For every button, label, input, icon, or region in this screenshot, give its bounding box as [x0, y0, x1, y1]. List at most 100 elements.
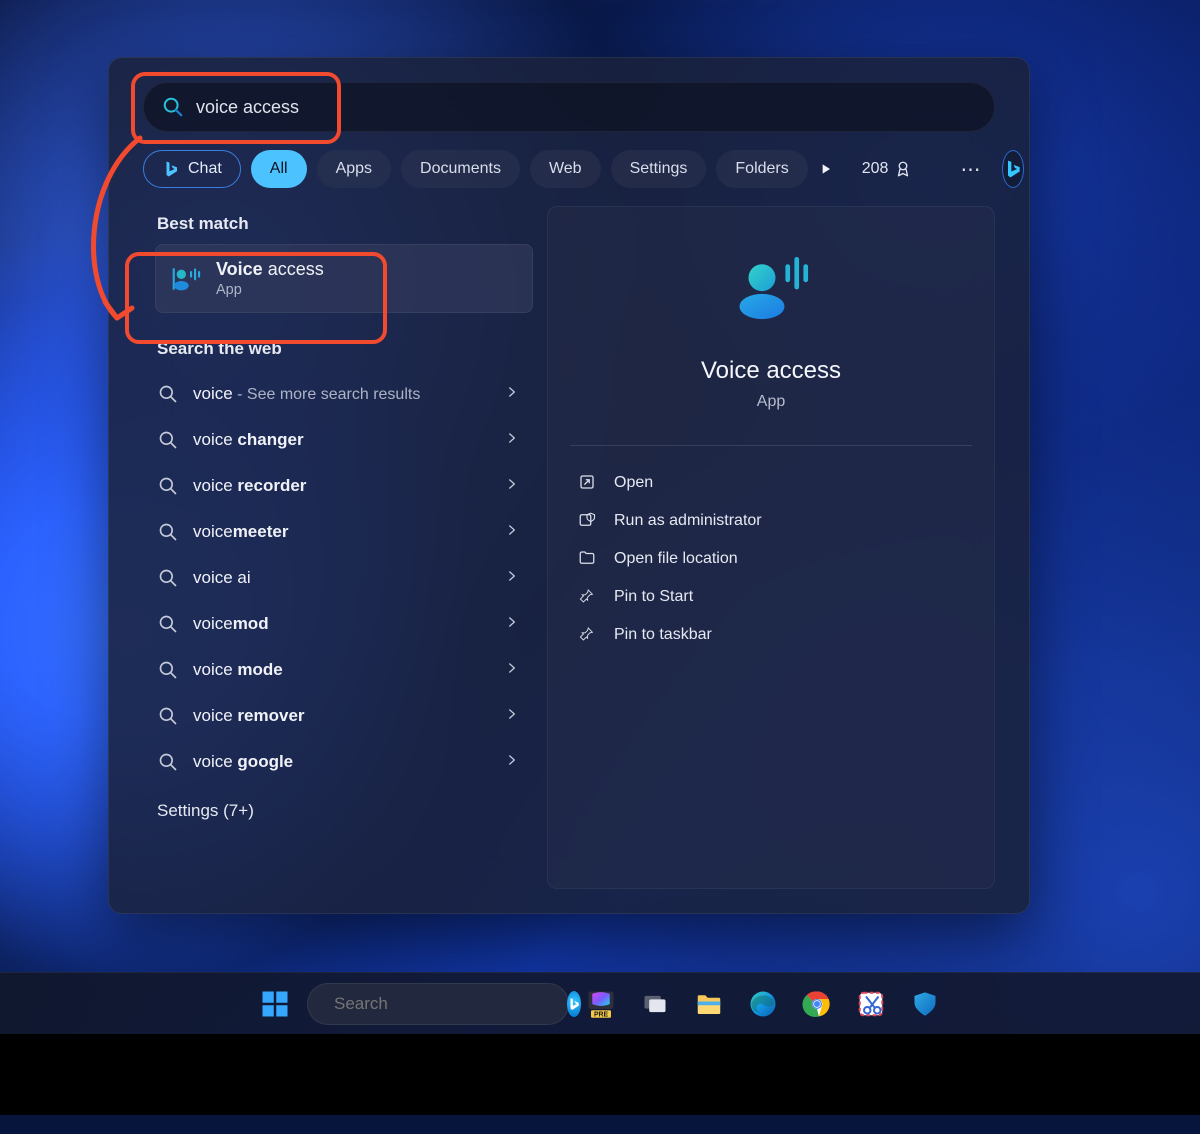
chip-label: All	[270, 160, 288, 178]
chevron-right-icon	[505, 707, 519, 725]
taskview-icon	[641, 990, 669, 1018]
chevron-right-icon	[505, 431, 519, 449]
open-icon	[578, 473, 598, 493]
chip-label: Apps	[336, 160, 372, 178]
chip-label: Documents	[420, 160, 501, 178]
windows-security-icon	[911, 990, 939, 1018]
action-label: Pin to taskbar	[614, 626, 712, 644]
chip-label: Web	[549, 160, 582, 178]
search-panel: Chat All Apps Documents Web Settings Fol…	[108, 57, 1030, 914]
web-result-item[interactable]: voice - See more search results	[143, 373, 533, 415]
action-label: Open	[614, 474, 653, 492]
taskbar-app-security[interactable]	[903, 982, 947, 1026]
filter-chip-settings[interactable]: Settings	[611, 150, 707, 188]
taskbar-app-chrome[interactable]	[795, 982, 839, 1026]
taskbar-app-explorer[interactable]	[687, 982, 731, 1026]
action-open-location[interactable]: Open file location	[570, 540, 972, 578]
start-button[interactable]	[253, 982, 297, 1026]
detail-title: Voice access	[701, 357, 841, 385]
web-result-item[interactable]: voice changer	[143, 419, 533, 461]
search-input[interactable]	[196, 97, 976, 118]
letterbox-bottom	[0, 1034, 1200, 1115]
web-result-label: voice - See more search results	[193, 384, 491, 404]
search-icon	[157, 659, 179, 681]
edge-icon	[748, 989, 778, 1019]
web-result-label: voice recorder	[193, 476, 491, 496]
rewards-points[interactable]: 208	[862, 160, 913, 178]
action-run-admin[interactable]: Run as administrator	[570, 502, 972, 540]
filter-row: Chat All Apps Documents Web Settings Fol…	[109, 132, 1029, 188]
web-result-item[interactable]: voicemeeter	[143, 511, 533, 553]
chevron-right-icon	[505, 615, 519, 633]
chip-label: Chat	[188, 160, 222, 178]
voice-access-icon	[170, 263, 202, 295]
search-icon	[162, 96, 184, 118]
search-icon	[157, 705, 179, 727]
bing-icon	[1003, 159, 1023, 179]
filter-chip-web[interactable]: Web	[530, 150, 601, 188]
filter-scroll-right-icon[interactable]	[818, 151, 834, 187]
web-result-label: voicemod	[193, 614, 491, 634]
search-icon	[157, 567, 179, 589]
action-label: Open file location	[614, 550, 738, 568]
action-pin-taskbar[interactable]: Pin to taskbar	[570, 616, 972, 654]
taskbar-app-edge[interactable]	[741, 982, 785, 1026]
search-web-label: Search the web	[143, 331, 533, 369]
pin-icon	[578, 625, 598, 645]
action-pin-start[interactable]: Pin to Start	[570, 578, 972, 616]
filter-chip-folders[interactable]: Folders	[716, 150, 807, 188]
web-result-item[interactable]: voicemod	[143, 603, 533, 645]
divider	[570, 445, 972, 446]
chip-label: Folders	[735, 160, 788, 178]
taskbar-app-copilot[interactable]: PRE	[579, 982, 623, 1026]
search-bar[interactable]	[143, 82, 995, 132]
chevron-right-icon	[505, 477, 519, 495]
more-options-icon[interactable]: ⋯	[960, 157, 980, 182]
chrome-icon	[802, 989, 832, 1019]
chevron-right-icon	[505, 661, 519, 679]
best-match-subtitle: App	[216, 282, 324, 298]
taskbar-app-taskview[interactable]	[633, 982, 677, 1026]
chevron-right-icon	[505, 523, 519, 541]
chevron-right-icon	[505, 569, 519, 587]
filter-chip-all[interactable]: All	[251, 150, 307, 188]
pin-icon	[578, 587, 598, 607]
filter-chip-documents[interactable]: Documents	[401, 150, 520, 188]
web-result-item[interactable]: voice google	[143, 741, 533, 783]
taskbar-app-snipping[interactable]	[849, 982, 893, 1026]
bing-icon	[162, 160, 180, 178]
windows-logo-icon	[260, 989, 290, 1019]
filter-chip-apps[interactable]: Apps	[317, 150, 391, 188]
file-explorer-icon	[694, 989, 724, 1019]
taskbar-search-input[interactable]	[334, 994, 555, 1014]
web-result-item[interactable]: voice remover	[143, 695, 533, 737]
web-result-item[interactable]: voice recorder	[143, 465, 533, 507]
copilot-pre-icon: PRE	[586, 989, 616, 1019]
web-result-label: voice mode	[193, 660, 491, 680]
action-label: Pin to Start	[614, 588, 693, 606]
search-icon	[157, 521, 179, 543]
taskbar-search[interactable]	[307, 983, 569, 1025]
bing-chat-button[interactable]	[1002, 150, 1024, 188]
chevron-right-icon	[505, 385, 519, 403]
web-result-item[interactable]: voice ai	[143, 557, 533, 599]
folder-icon	[578, 549, 598, 569]
web-result-label: voice ai	[193, 568, 491, 588]
web-result-label: voice google	[193, 752, 491, 772]
taskbar: PRE	[0, 972, 1200, 1034]
search-icon	[157, 751, 179, 773]
rewards-medal-icon	[894, 160, 912, 178]
search-icon	[157, 429, 179, 451]
search-icon	[157, 613, 179, 635]
snipping-tool-icon	[856, 989, 886, 1019]
results-column: Best match Voice access App	[143, 206, 533, 889]
filter-chip-chat[interactable]: Chat	[143, 150, 241, 188]
detail-pane: Voice access App Open Run as administrat…	[547, 206, 995, 889]
settings-more-results[interactable]: Settings (7+)	[143, 793, 533, 831]
chip-label: Settings	[630, 160, 688, 178]
web-result-label: voice remover	[193, 706, 491, 726]
best-match-result[interactable]: Voice access App	[155, 244, 533, 313]
svg-text:PRE: PRE	[594, 1011, 609, 1018]
web-result-item[interactable]: voice mode	[143, 649, 533, 691]
action-open[interactable]: Open	[570, 464, 972, 502]
